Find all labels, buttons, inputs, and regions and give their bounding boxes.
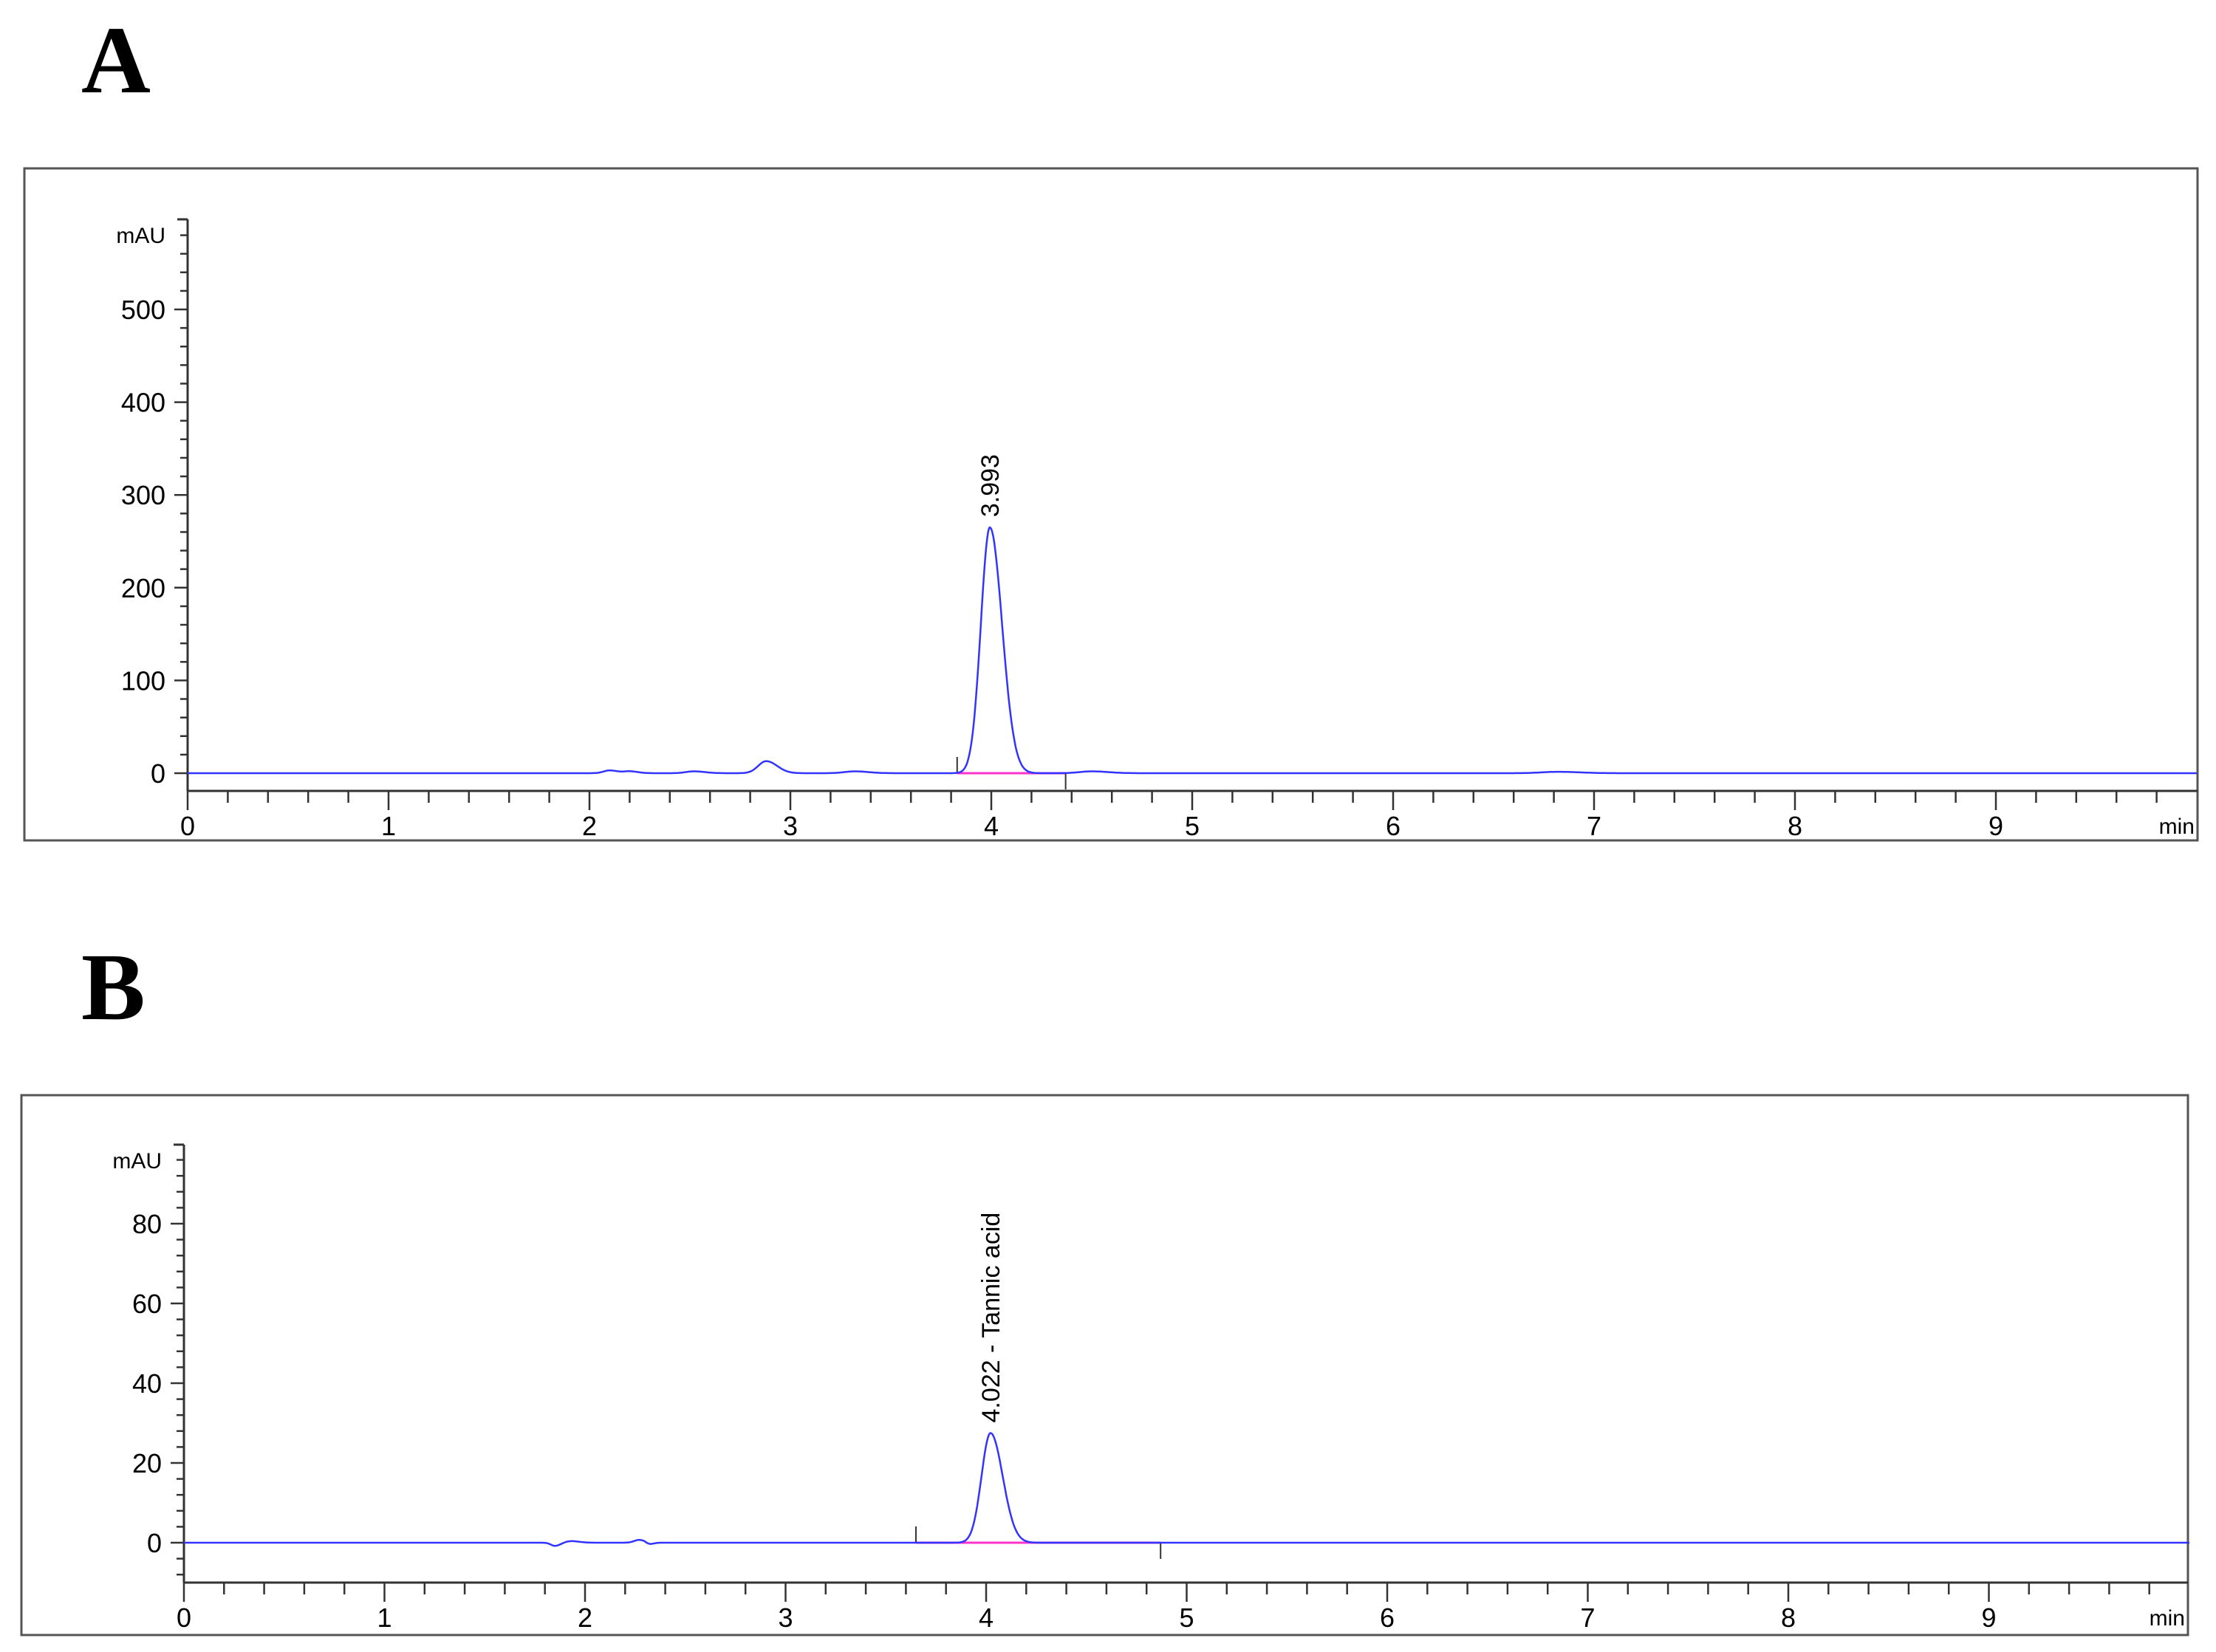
chromatogram-b: 0 20 40 60 80 mAU 0 1 2 3 4 5 6 7 8 9 min 4.022 - Tannic … — [20, 1094, 2189, 1636]
y-tick-label: 400 — [121, 388, 165, 418]
chromatogram-a: 0 100 200 300 400 500 mAU 0 1 2 3 4 5 6 7 8 9 min 3.993 — [23, 167, 2199, 842]
x-axis-unit-label: min — [2159, 815, 2195, 839]
y-tick-label: 300 — [121, 480, 165, 510]
panel-frame — [20, 1094, 2189, 1636]
peak-label: 4.022 - Tannic acid — [977, 1213, 1005, 1423]
peak-label: 3.993 — [977, 454, 1005, 517]
x-tick-label: 4 — [979, 1603, 994, 1633]
x-tick-label: 6 — [1380, 1603, 1395, 1633]
x-tick-label: 1 — [377, 1603, 391, 1633]
y-tick-label: 60 — [132, 1289, 162, 1319]
y-tick-label: 500 — [121, 295, 165, 325]
x-tick-label: 4 — [984, 811, 999, 841]
x-tick-label: 0 — [177, 1603, 191, 1633]
y-tick-label: 200 — [121, 573, 165, 603]
y-axis-unit-label: mAU — [116, 224, 165, 248]
x-tick-label: 2 — [582, 811, 597, 841]
y-tick-label: 0 — [151, 758, 165, 789]
x-tick-label: 3 — [778, 1603, 793, 1633]
x-tick-label: 1 — [381, 811, 396, 841]
x-tick-label: 7 — [1587, 811, 1601, 841]
x-tick-label: 9 — [1981, 1603, 1996, 1633]
panel-frame — [23, 167, 2199, 842]
y-tick-label: 0 — [147, 1528, 162, 1558]
panel-label-a: A — [81, 7, 151, 114]
y-tick-label: 40 — [132, 1368, 162, 1399]
y-tick-label: 100 — [121, 665, 165, 696]
signal-trace — [184, 1432, 2189, 1547]
x-tick-label: 2 — [578, 1603, 592, 1633]
signal-trace — [188, 526, 2197, 775]
x-tick-label: 3 — [783, 811, 798, 841]
x-tick-label: 9 — [1988, 811, 2003, 841]
y-tick-label: 20 — [132, 1448, 162, 1478]
panel-label-b: B — [81, 934, 146, 1041]
x-tick-label: 5 — [1185, 811, 1200, 841]
x-tick-label: 0 — [180, 811, 195, 841]
y-tick-label: 80 — [132, 1209, 162, 1239]
x-tick-label: 7 — [1580, 1603, 1595, 1633]
chromatogram-figure: A B 0100200300400500mAU0 1 2 3 4 5 6 7 8 9 min3.99… — [20, 7, 2199, 1636]
x-axis-unit-label: min — [2150, 1606, 2185, 1631]
x-tick-label: 6 — [1386, 811, 1401, 841]
x-tick-label: 5 — [1179, 1603, 1194, 1633]
x-tick-label: 8 — [1788, 811, 1802, 841]
y-axis-unit-label: mAU — [112, 1149, 162, 1173]
x-tick-label: 8 — [1781, 1603, 1796, 1633]
